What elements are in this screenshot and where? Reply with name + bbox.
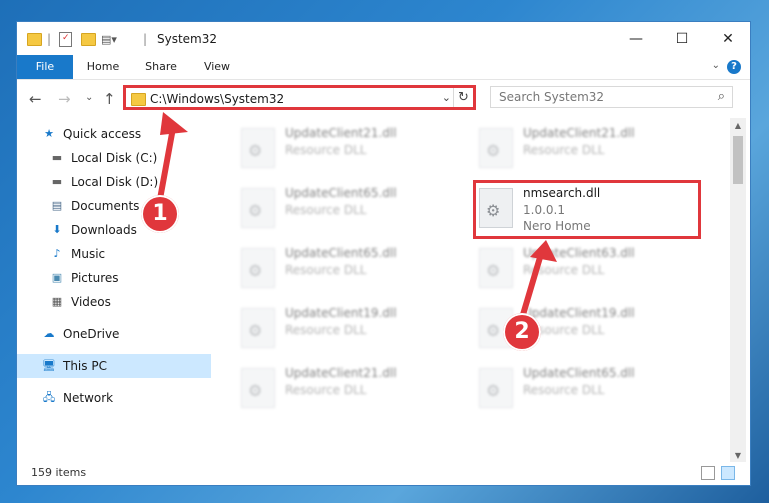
list-item[interactable]: ⚙ UpdateClient63.dll Resource DLL bbox=[479, 244, 699, 292]
dll-file-icon: ⚙ bbox=[479, 248, 513, 288]
navigation-bar: ← → ⌄ ↑ C:\Windows\System32 ⌄ ↻ Search S… bbox=[17, 80, 750, 116]
sidebar-item-local-disk-d[interactable]: ▬ Local Disk (D:) 📌 bbox=[17, 170, 243, 194]
expand-ribbon-icon[interactable]: ⌄ bbox=[712, 60, 720, 71]
list-item[interactable]: ⚙ UpdateClient65.dll Resource DLL bbox=[241, 184, 461, 232]
documents-icon: ▤ bbox=[51, 199, 63, 212]
file-highlight-box bbox=[473, 180, 701, 239]
help-icon[interactable]: ? bbox=[727, 60, 741, 74]
search-placeholder: Search System32 bbox=[499, 90, 605, 104]
back-button[interactable]: ← bbox=[29, 90, 42, 108]
file-explorer-window: | ✓ ▤▾ | System32 — ☐ ✕ File Home Share … bbox=[17, 22, 750, 485]
download-icon: ⬇ bbox=[52, 223, 62, 236]
separator: | bbox=[47, 32, 52, 46]
separator: | bbox=[143, 32, 148, 46]
list-item[interactable]: ⚙ UpdateClient65.dll Resource DLL bbox=[241, 244, 461, 292]
navigation-pane: ★ Quick access ▬ Local Disk (C:) 📌 ▬ Loc… bbox=[17, 118, 239, 468]
tab-home[interactable]: Home bbox=[81, 55, 125, 79]
address-bar[interactable]: C:\Windows\System32 ⌄ ↻ bbox=[123, 85, 476, 110]
dll-file-icon: ⚙ bbox=[479, 368, 513, 408]
title-bar: | ✓ ▤▾ | System32 — ☐ ✕ bbox=[17, 22, 750, 55]
videos-icon: ▦ bbox=[51, 295, 63, 308]
close-button[interactable]: ✕ bbox=[705, 22, 750, 55]
recent-locations-button[interactable]: ⌄ bbox=[85, 92, 93, 103]
folder-icon bbox=[131, 93, 146, 106]
folder-icon bbox=[27, 31, 42, 47]
scroll-thumb[interactable] bbox=[733, 136, 743, 184]
sidebar-item-music[interactable]: ♪ Music 📌 bbox=[17, 242, 243, 266]
list-item[interactable]: ⚙ UpdateClient65.dll Resource DLL bbox=[479, 364, 699, 412]
customize-toolbar-icon[interactable]: ▤▾ bbox=[101, 31, 117, 47]
ribbon-tabs: File Home Share View ⌄ ? bbox=[17, 55, 750, 80]
sidebar-item-network[interactable]: 🖧 Network bbox=[17, 386, 235, 410]
drive-icon: ▬ bbox=[51, 151, 63, 164]
sidebar-item-downloads[interactable]: ⬇ Downloads 📌 bbox=[17, 218, 243, 242]
refresh-button[interactable]: ↻ bbox=[453, 88, 473, 107]
annotation-badge-1: 1 bbox=[141, 195, 179, 233]
forward-button[interactable]: → bbox=[58, 90, 71, 108]
dll-file-icon: ⚙ bbox=[479, 128, 513, 168]
list-item[interactable]: ⚙ UpdateClient21.dll Resource DLL bbox=[479, 124, 699, 172]
minimize-button[interactable]: — bbox=[613, 22, 659, 55]
properties-icon[interactable]: ✓ bbox=[59, 31, 72, 47]
dll-file-icon: ⚙ bbox=[241, 308, 275, 348]
dll-file-icon: ⚙ bbox=[241, 368, 275, 408]
address-dropdown-icon[interactable]: ⌄ bbox=[442, 91, 451, 104]
item-count: 159 items bbox=[31, 466, 87, 479]
status-bar: 159 items bbox=[17, 462, 750, 485]
tab-file[interactable]: File bbox=[17, 55, 73, 79]
star-icon: ★ bbox=[44, 127, 54, 140]
cloud-icon: ☁ bbox=[43, 327, 55, 340]
tab-view[interactable]: View bbox=[195, 55, 239, 79]
dll-file-icon: ⚙ bbox=[241, 128, 275, 168]
scroll-up-icon[interactable]: ▲ bbox=[730, 118, 746, 134]
music-icon: ♪ bbox=[53, 247, 61, 260]
list-item[interactable]: ⚙ UpdateClient21.dll Resource DLL bbox=[241, 124, 461, 172]
sidebar-item-this-pc[interactable]: 🖥 This PC bbox=[17, 354, 211, 378]
sidebar-item-local-disk-c[interactable]: ▬ Local Disk (C:) 📌 bbox=[17, 146, 243, 170]
search-icon[interactable]: ⌕ bbox=[718, 89, 725, 104]
sidebar-item-quick-access[interactable]: ★ Quick access bbox=[17, 122, 235, 146]
maximize-button[interactable]: ☐ bbox=[659, 22, 705, 55]
dll-file-icon: ⚙ bbox=[241, 248, 275, 288]
computer-icon: 🖥 bbox=[42, 359, 56, 372]
sidebar-item-videos[interactable]: ▦ Videos 📌 bbox=[17, 290, 243, 314]
file-list: ⚙ UpdateClient21.dll Resource DLL ⚙ Upda… bbox=[219, 118, 729, 460]
search-input[interactable]: Search System32 ⌕ bbox=[490, 86, 733, 108]
drive-icon: ▬ bbox=[51, 175, 63, 188]
vertical-scrollbar[interactable]: ▲ ▼ bbox=[730, 118, 746, 464]
pictures-icon: ▣ bbox=[51, 271, 63, 284]
tab-share[interactable]: Share bbox=[139, 55, 183, 79]
list-item[interactable]: ⚙ UpdateClient21.dll Resource DLL bbox=[241, 364, 461, 412]
large-icons-view-icon[interactable] bbox=[721, 466, 735, 480]
list-item[interactable]: ⚙ UpdateClient19.dll Resource DLL bbox=[241, 304, 461, 352]
dll-file-icon: ⚙ bbox=[241, 188, 275, 228]
details-view-icon[interactable] bbox=[701, 466, 715, 480]
sidebar-item-pictures[interactable]: ▣ Pictures 📌 bbox=[17, 266, 243, 290]
up-button[interactable]: ↑ bbox=[103, 90, 116, 108]
address-path[interactable]: C:\Windows\System32 bbox=[150, 92, 284, 106]
annotation-badge-2: 2 bbox=[503, 313, 541, 351]
sidebar-item-onedrive[interactable]: ☁ OneDrive bbox=[17, 322, 235, 346]
window-title: System32 bbox=[157, 32, 218, 46]
network-icon: 🖧 bbox=[42, 391, 56, 404]
new-folder-icon[interactable] bbox=[81, 31, 96, 47]
sidebar-item-documents[interactable]: ▤ Documents 📌 bbox=[17, 194, 243, 218]
